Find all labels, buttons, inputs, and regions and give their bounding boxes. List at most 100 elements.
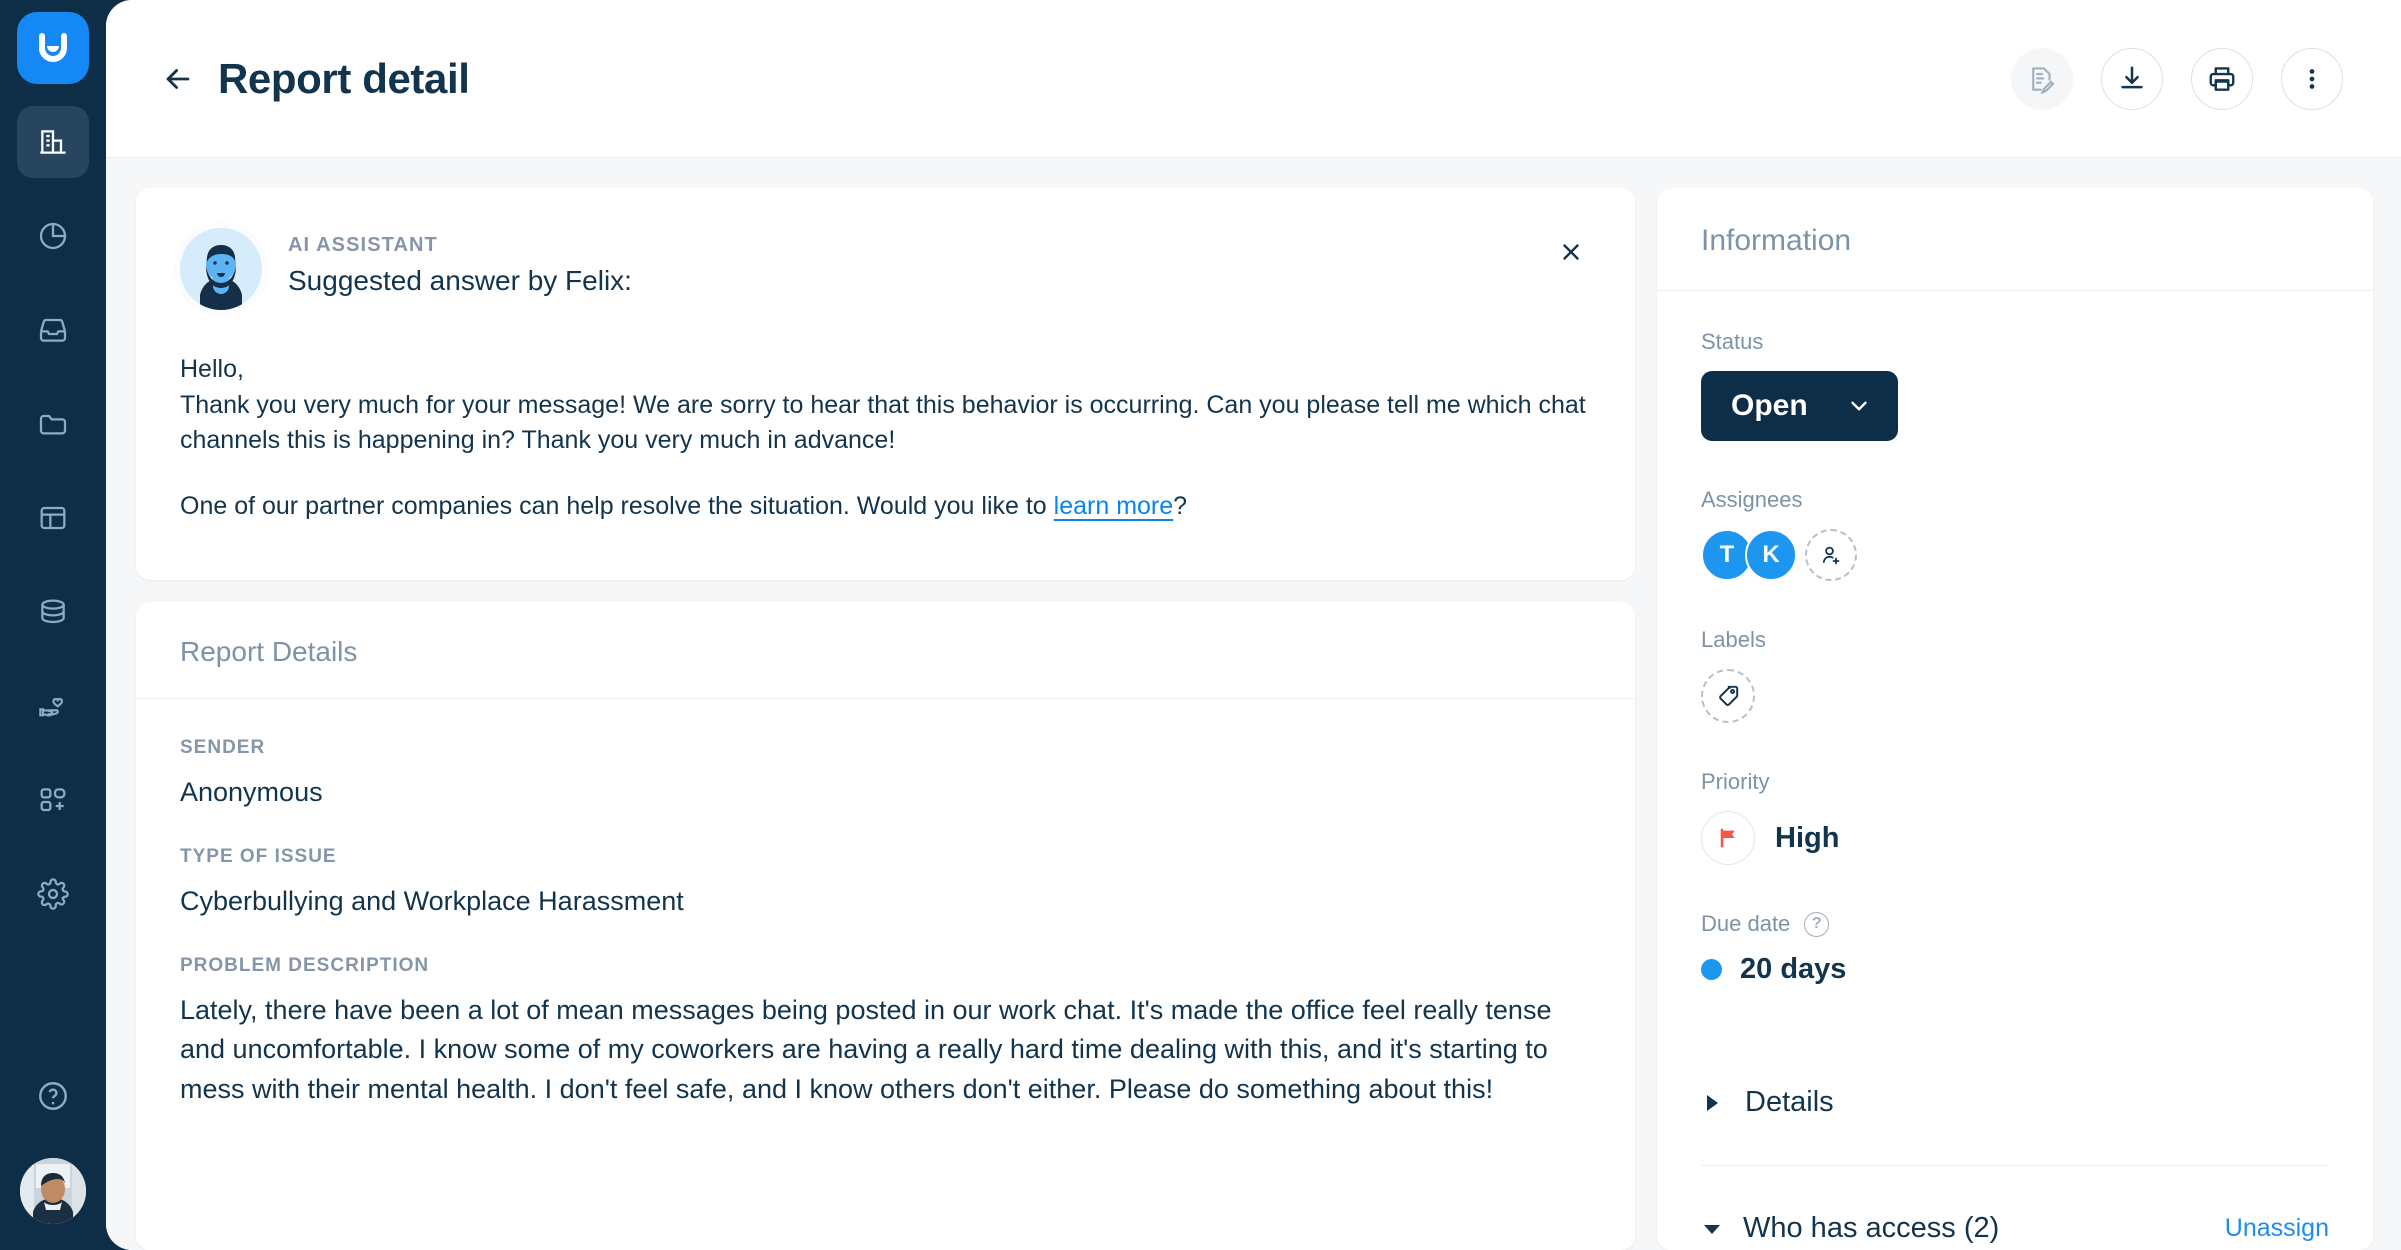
ai-assistant-kicker: AI ASSISTANT: [288, 234, 438, 256]
user-photo-avatar: [20, 1158, 86, 1224]
add-assignee-button[interactable]: [1805, 529, 1857, 581]
page-title: Report detail: [218, 54, 470, 102]
ai-assistant-avatar-icon: [180, 228, 262, 310]
report-details-card: Report Details SENDER Anonymous TYPE OF …: [136, 602, 1635, 1250]
sidebar-item-analytics[interactable]: [17, 200, 89, 272]
due-date-value-row[interactable]: 20 days: [1701, 953, 2329, 986]
chevron-down-icon: [1850, 401, 1867, 411]
due-date-dot-icon: [1701, 959, 1722, 980]
sidebar-item-files[interactable]: [17, 388, 89, 460]
sidebar-item-help[interactable]: [17, 1060, 89, 1132]
field-value: Cyberbullying and Workplace Harassment: [180, 886, 684, 917]
close-ai-card-button[interactable]: [1553, 234, 1589, 270]
field-label: SENDER: [180, 737, 266, 758]
inbox-icon: [39, 318, 67, 342]
status-dropdown[interactable]: Open: [1701, 371, 1898, 441]
ai-card-meta: AI ASSISTANT Suggested answer by Felix:: [288, 228, 632, 297]
main-column: AI ASSISTANT Suggested answer by Felix: …: [136, 188, 1635, 1250]
content-body: AI ASSISTANT Suggested answer by Felix: …: [106, 158, 2401, 1250]
sidebar-item-board[interactable]: [17, 482, 89, 554]
status-label: Status: [1701, 329, 1764, 354]
ai-paragraph-2: One of our partner companies can help re…: [180, 489, 1591, 525]
sidebar: [0, 0, 106, 1250]
details-expander[interactable]: Details: [1701, 1078, 2329, 1119]
close-icon: [1563, 244, 1579, 260]
more-vertical-icon: [2309, 68, 2315, 89]
hand-heart-icon: [39, 697, 64, 717]
ai-summarize-button[interactable]: [2011, 47, 2073, 110]
report-details-body: SENDER Anonymous TYPE OF ISSUE Cyberbull…: [136, 699, 1635, 1143]
sidebar-item-integrations[interactable]: [17, 764, 89, 836]
field-sender: SENDER Anonymous: [180, 737, 1591, 812]
due-date-value: 20 days: [1740, 953, 1847, 985]
add-person-icon: [1822, 546, 1840, 565]
ai-suggested-answer-title: Suggested answer by Felix:: [288, 265, 632, 296]
assignees-label: Assignees: [1701, 487, 1803, 512]
app-logo[interactable]: [17, 12, 89, 84]
more-options-button[interactable]: [2281, 47, 2343, 110]
sidebar-item-inbox[interactable]: [17, 294, 89, 366]
ai-card-header: AI ASSISTANT Suggested answer by Felix:: [180, 228, 1591, 310]
learn-more-link[interactable]: learn more: [1054, 492, 1174, 520]
print-button[interactable]: [2191, 47, 2253, 110]
report-details-header: Report Details: [136, 602, 1635, 699]
avatar[interactable]: [20, 1158, 86, 1224]
back-button[interactable]: [152, 53, 204, 105]
details-label: Details: [1745, 1086, 1834, 1118]
unassign-link[interactable]: Unassign: [2225, 1214, 2329, 1243]
ai-assistant-avatar: [180, 228, 262, 310]
priority-flag-chip: [1701, 811, 1755, 865]
ai-paragraph-1: Thank you very much for your message! We…: [180, 390, 1586, 455]
help-circle-icon[interactable]: ?: [1804, 911, 1830, 937]
gear-icon: [37, 878, 69, 910]
ai-paragraph-2-after: ?: [1173, 491, 1188, 520]
print-icon: [2209, 66, 2235, 91]
database-icon: [41, 599, 65, 624]
access-label: Who has access (2): [1743, 1212, 2000, 1244]
sidebar-item-settings[interactable]: [17, 858, 89, 930]
main-surface: Report detail AI ASSISTANT Suggested ans…: [106, 0, 2401, 1250]
information-body: Status Open Assignees T K Labels Priorit…: [1657, 291, 2373, 1245]
building-reports-icon: [40, 130, 66, 154]
smile-logo-icon: [39, 33, 67, 62]
assignee-avatar[interactable]: K: [1745, 529, 1797, 581]
access-expander[interactable]: Who has access (2) Unassign: [1701, 1212, 2329, 1245]
chevron-down-icon: [1704, 1224, 1720, 1234]
labels-label: Labels: [1701, 627, 1766, 652]
chevron-right-icon: [1707, 1094, 1718, 1111]
field-label: TYPE OF ISSUE: [180, 846, 337, 868]
priority-value: High: [1775, 821, 1840, 854]
pie-chart-icon: [39, 222, 67, 250]
divider: [1701, 1165, 2329, 1166]
topbar: Report detail: [106, 0, 2401, 158]
field-value: Lately, there have been a lot of mean me…: [180, 995, 1552, 1104]
ai-suggestion-card: AI ASSISTANT Suggested answer by Felix: …: [136, 188, 1635, 580]
sidebar-item-database[interactable]: [17, 576, 89, 648]
arrow-left-icon: [166, 68, 190, 89]
field-label: PROBLEM DESCRIPTION: [180, 955, 430, 977]
ai-message-body: Hello, Thank you very much for your mess…: [180, 352, 1591, 524]
red-flag-icon: [1720, 828, 1735, 848]
download-icon: [2121, 66, 2143, 88]
question-circle-icon: [39, 1082, 67, 1110]
header-actions: [2011, 47, 2343, 110]
priority-label: Priority: [1701, 769, 1770, 794]
sidebar-item-care[interactable]: [17, 670, 89, 742]
priority-value-row[interactable]: High: [1701, 811, 2329, 865]
information-header: Information: [1657, 188, 2373, 291]
report-details-title: Report Details: [180, 636, 358, 667]
folder-icon: [39, 414, 67, 435]
due-date-label: Due date: [1701, 911, 1791, 936]
download-button[interactable]: [2101, 47, 2163, 110]
field-value: Anonymous: [180, 777, 323, 807]
status-value: Open: [1731, 389, 1808, 422]
app-root: Report detail AI ASSISTANT Suggested ans…: [0, 0, 2401, 1250]
sidebar-item-reports[interactable]: [17, 106, 89, 178]
add-label-button[interactable]: [1701, 669, 1755, 723]
due-date-label-row: Due date ?: [1701, 911, 2329, 937]
